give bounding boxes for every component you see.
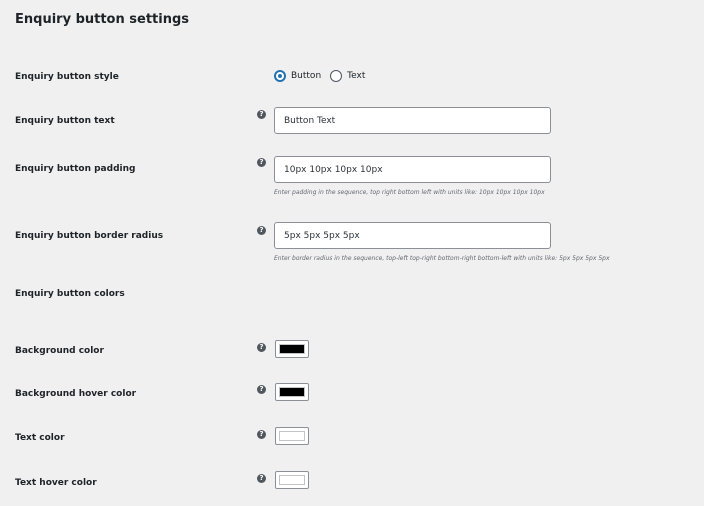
background-hover-color-value <box>279 387 305 397</box>
style-radio-text[interactable] <box>330 70 343 82</box>
background-color-swatch[interactable] <box>275 340 309 358</box>
help-icon[interactable]: ? <box>257 158 266 167</box>
help-icon[interactable]: ? <box>257 430 266 439</box>
button-padding-label: Enquiry button padding <box>15 164 136 174</box>
help-icon[interactable]: ? <box>257 474 266 483</box>
button-radius-description: Enter border radius in the sequence, top… <box>274 255 610 262</box>
button-text-label: Enquiry button text <box>15 116 115 126</box>
text-color-value <box>279 431 305 441</box>
background-color-label: Background color <box>15 346 104 356</box>
button-radius-input[interactable] <box>274 222 551 249</box>
button-padding-description: Enter padding in the sequence, top right… <box>274 189 545 196</box>
style-radio-button-label[interactable]: Button <box>291 69 321 83</box>
text-hover-color-value <box>279 475 305 485</box>
style-label: Enquiry button style <box>15 72 119 82</box>
button-padding-input[interactable] <box>274 156 551 183</box>
help-icon[interactable]: ? <box>257 343 266 352</box>
help-icon[interactable]: ? <box>257 110 266 119</box>
text-color-swatch[interactable] <box>275 427 309 445</box>
button-text-input[interactable] <box>274 107 551 134</box>
background-hover-color-swatch[interactable] <box>275 383 309 401</box>
button-colors-heading: Enquiry button colors <box>15 289 125 299</box>
help-icon[interactable]: ? <box>257 226 266 235</box>
background-hover-color-label: Background hover color <box>15 389 137 399</box>
text-hover-color-swatch[interactable] <box>275 471 309 489</box>
style-radio-button[interactable] <box>274 70 286 82</box>
button-radius-label: Enquiry button border radius <box>15 231 164 241</box>
style-radio-group: Button Text <box>274 69 374 83</box>
settings-page: Enquiry button settings Enquiry button s… <box>0 0 704 506</box>
text-hover-color-label: Text hover color <box>15 478 97 488</box>
page-title: Enquiry button settings <box>15 12 190 27</box>
text-color-label: Text color <box>15 433 65 443</box>
help-icon[interactable]: ? <box>257 385 266 394</box>
background-color-value <box>279 344 305 354</box>
style-radio-text-label[interactable]: Text <box>347 69 365 83</box>
